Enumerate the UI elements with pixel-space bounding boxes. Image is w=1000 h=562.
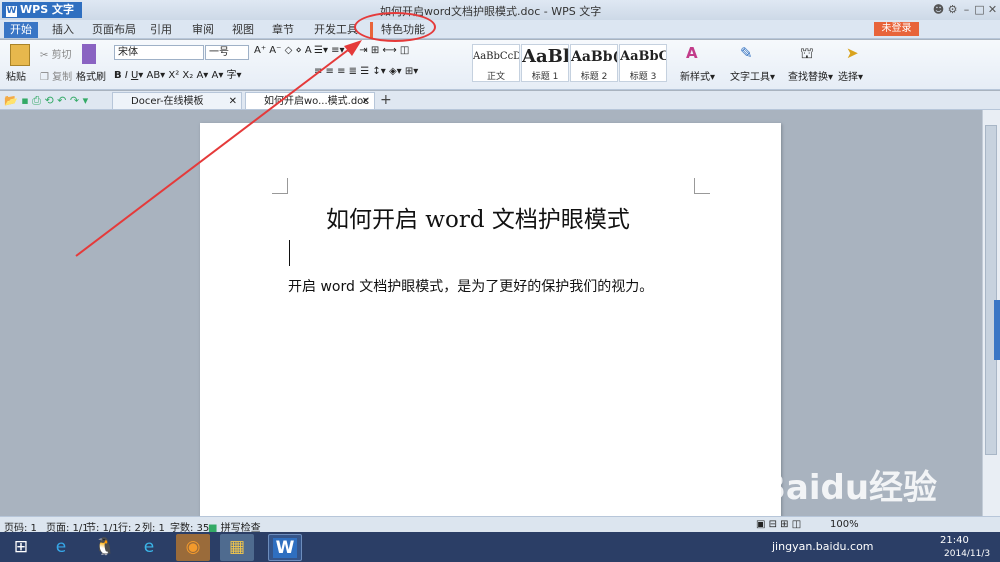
zoom-level[interactable]: 100%	[830, 519, 859, 530]
watermark-url: jingyan.baidu.com	[772, 540, 874, 553]
qq-icon[interactable]: 🐧	[88, 534, 122, 561]
wps-writer-taskbar-icon[interactable]: W	[268, 534, 302, 561]
baidu-watermark: Baidu经验	[760, 468, 938, 508]
view-mode-buttons[interactable]: ▣ ⊟ ⊞ ◫	[756, 519, 801, 530]
browser-icon[interactable]: e	[132, 534, 166, 561]
ie-icon[interactable]: e	[44, 534, 78, 561]
file-explorer-icon[interactable]: ▦	[220, 534, 254, 561]
start-windows-icon[interactable]: ⊞	[4, 534, 38, 561]
app-icon[interactable]: ◉	[176, 534, 210, 561]
clock-time[interactable]: 21:40	[940, 535, 969, 546]
clock-date[interactable]: 2014/11/3	[944, 549, 990, 559]
